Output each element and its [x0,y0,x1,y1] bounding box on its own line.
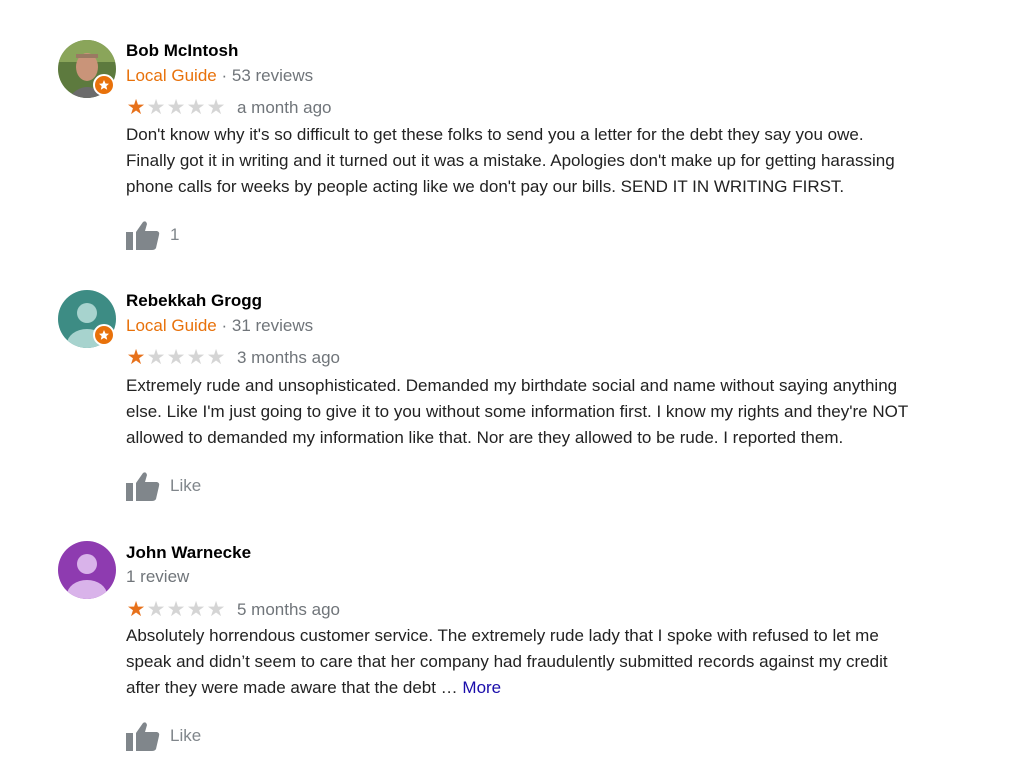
review-text-line: Finally got it in writing and it turned … [126,151,895,170]
star-empty-icon: ★ [206,96,226,119]
like-button[interactable]: Like [126,471,201,501]
star-empty-icon: ★ [166,96,186,119]
reviewer-meta: Local Guide · 53 reviews [126,66,313,86]
reviewer-name[interactable]: Bob McIntosh [126,41,238,61]
review-count: 1 review [126,567,190,586]
star-filled-icon: ★ [126,598,146,621]
reviewer-name[interactable]: Rebekkah Grogg [126,291,262,311]
avatar[interactable] [58,541,116,599]
review-time: a month ago [237,98,332,117]
star-filled-icon: ★ [126,96,146,119]
star-empty-icon: ★ [146,346,166,369]
review-text-line: phone calls for weeks by people acting l… [126,177,845,196]
like-button[interactable]: 1 [126,220,179,250]
review-text-line: after they were made aware that the debt… [126,675,1006,701]
like-count: 1 [170,225,180,244]
reviewer-meta: 1 review [126,567,189,587]
star-filled-icon: ★ [126,346,146,369]
review-text-line: Absolutely horrendous customer service. … [126,626,879,645]
star-rating: ★ ★ ★ ★ ★ [126,96,226,119]
rating-row: ★ ★ ★ ★ ★ 3 months ago [126,346,341,369]
like-button[interactable]: Like [126,721,201,751]
review-text: Don't know why it's so difficult to get … [126,122,1006,200]
star-empty-icon: ★ [186,598,206,621]
review-time: 5 months ago [237,600,341,619]
review-count: 31 reviews [231,316,314,335]
thumbs-up-icon [126,472,160,501]
rating-row: ★ ★ ★ ★ ★ a month ago [126,96,332,119]
thumbs-up-icon [126,722,160,751]
like-label: Like [170,726,202,745]
meta-separator: · [221,316,228,335]
review-count: 53 reviews [231,66,314,85]
local-guide-star-icon [93,74,115,96]
star-rating: ★ ★ ★ ★ ★ [126,346,226,369]
star-rating: ★ ★ ★ ★ ★ [126,598,226,621]
thumbs-up-icon [126,221,160,250]
review-text-fragment: after they were made aware that the debt… [126,678,463,697]
avatar[interactable] [58,40,116,98]
review-text: Absolutely horrendous customer service. … [126,623,1006,701]
review-text: Extremely rude and unsophisticated. Dema… [126,373,1006,451]
local-guide-star-icon [93,324,115,346]
star-empty-icon: ★ [186,96,206,119]
local-guide-label: Local Guide [126,316,217,335]
reviewer-meta: Local Guide · 31 reviews [126,316,313,336]
star-empty-icon: ★ [206,598,226,621]
review-text-line: speak and didn’t seem to care that her c… [126,652,888,671]
star-empty-icon: ★ [166,346,186,369]
local-guide-label: Local Guide [126,66,217,85]
star-empty-icon: ★ [186,346,206,369]
rating-row: ★ ★ ★ ★ ★ 5 months ago [126,598,341,621]
star-empty-icon: ★ [166,598,186,621]
meta-separator: · [221,66,228,85]
review-text-line: allowed to demanded my information like … [126,428,844,447]
default-avatar-icon [58,541,116,599]
review-time: 3 months ago [237,348,341,367]
review-text-line: else. Like I'm just going to give it to … [126,402,909,421]
more-link[interactable]: More [462,678,501,697]
review-text-line: Don't know why it's so difficult to get … [126,125,864,144]
avatar[interactable] [58,290,116,348]
reviewer-name[interactable]: John Warnecke [126,543,251,563]
star-empty-icon: ★ [146,96,166,119]
star-empty-icon: ★ [206,346,226,369]
star-empty-icon: ★ [146,598,166,621]
like-label: Like [170,476,202,495]
review-text-line: Extremely rude and unsophisticated. Dema… [126,376,898,395]
